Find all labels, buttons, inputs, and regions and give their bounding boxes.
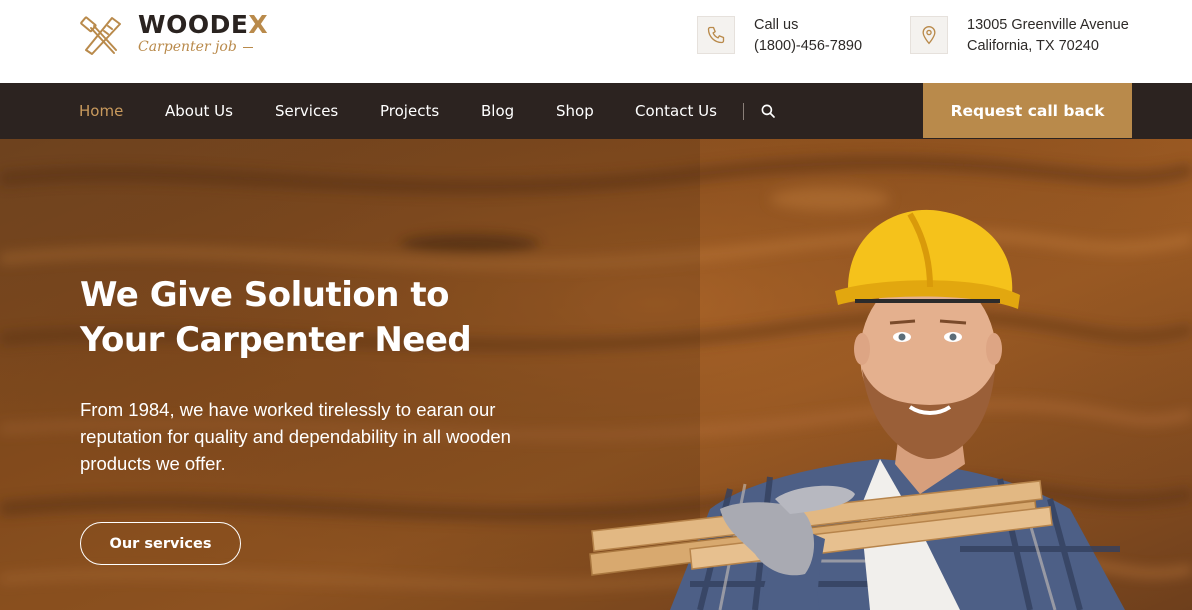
hero-section: We Give Solution to Your Carpenter Need … xyxy=(0,139,1192,610)
brand-name: WOODEX xyxy=(138,10,269,39)
hammer-saw-icon xyxy=(80,16,121,55)
hero-description: From 1984, we have worked tirelessly to … xyxy=(80,399,511,474)
brand-tagline: Carpenter job xyxy=(138,39,253,55)
top-header: WOODEX Carpenter job Call us (1800)-456-… xyxy=(0,0,1192,83)
search-icon[interactable] xyxy=(759,102,777,120)
carpenter-worker-image xyxy=(589,209,1125,610)
nav-item-blog[interactable]: Blog xyxy=(481,83,514,139)
hero-title: We Give Solution to Your Carpenter Need xyxy=(80,273,472,363)
nav-divider xyxy=(743,103,744,120)
nav-item-shop[interactable]: Shop xyxy=(556,83,594,139)
phone-icon xyxy=(697,16,735,54)
brand-logo[interactable]: WOODEX Carpenter job xyxy=(78,10,278,62)
request-call-back-button[interactable]: Request call back xyxy=(923,83,1132,138)
phone-number[interactable]: (1800)-456-7890 xyxy=(754,36,862,57)
nav-item-about-us[interactable]: About Us xyxy=(165,83,233,139)
hero-title-line-1: We Give Solution to xyxy=(80,275,449,315)
address-line-2: California, TX 70240 xyxy=(967,38,1099,54)
brand-name-accent-letter: X xyxy=(248,10,269,39)
our-services-button[interactable]: Our services xyxy=(80,522,241,565)
nav-item-services[interactable]: Services xyxy=(275,83,338,139)
location-pin-icon xyxy=(910,16,948,54)
nav-item-contact-us[interactable]: Contact Us xyxy=(635,83,717,139)
phone-contact: Call us (1800)-456-7890 xyxy=(697,15,897,55)
phone-label: Call us xyxy=(754,17,799,33)
hero-title-line-2: Your Carpenter Need xyxy=(80,320,472,360)
address-line-1: 13005 Greenville Avenue xyxy=(967,17,1129,33)
nav-item-home[interactable]: Home xyxy=(79,83,123,139)
nav-item-projects[interactable]: Projects xyxy=(380,83,439,139)
address-contact: 13005 Greenville Avenue California, TX 7… xyxy=(910,15,1150,55)
